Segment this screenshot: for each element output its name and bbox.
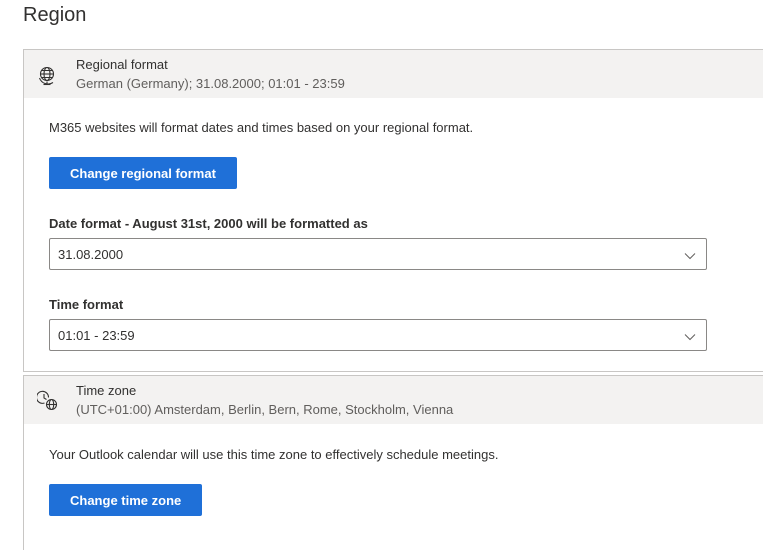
date-format-label: Date format - August 31st, 2000 will be … [49, 216, 368, 231]
time-zone-description: Your Outlook calendar will use this time… [49, 447, 499, 462]
regional-format-panel: Regional format German (Germany); 31.08.… [23, 49, 763, 372]
change-time-zone-button[interactable]: Change time zone [49, 484, 203, 516]
time-zone-header[interactable]: Time zone (UTC+01:00) Amsterdam, Berlin,… [24, 376, 763, 424]
regional-format-title: Regional format [76, 57, 168, 72]
chevron-down-icon [684, 249, 696, 261]
time-format-label: Time format [49, 297, 124, 312]
regional-format-summary: German (Germany); 31.08.2000; 01:01 - 23… [76, 76, 345, 91]
regional-format-header[interactable]: Regional format German (Germany); 31.08.… [24, 50, 763, 98]
clock-globe-icon [35, 390, 59, 412]
regional-format-description: M365 websites will format dates and time… [49, 120, 474, 135]
time-format-dropdown[interactable]: 01:01 - 23:59 [49, 319, 707, 351]
date-format-dropdown[interactable]: 31.08.2000 [49, 238, 707, 270]
time-format-value: 01:01 - 23:59 [58, 328, 135, 343]
time-zone-summary: (UTC+01:00) Amsterdam, Berlin, Bern, Rom… [76, 402, 454, 417]
time-zone-title: Time zone [76, 383, 137, 398]
chevron-down-icon [684, 330, 696, 342]
date-format-value: 31.08.2000 [58, 247, 124, 262]
globe-icon [37, 64, 59, 86]
change-regional-format-button[interactable]: Change regional format [49, 157, 237, 189]
time-zone-panel: Time zone (UTC+01:00) Amsterdam, Berlin,… [23, 375, 763, 550]
page-title: Region [23, 4, 87, 26]
